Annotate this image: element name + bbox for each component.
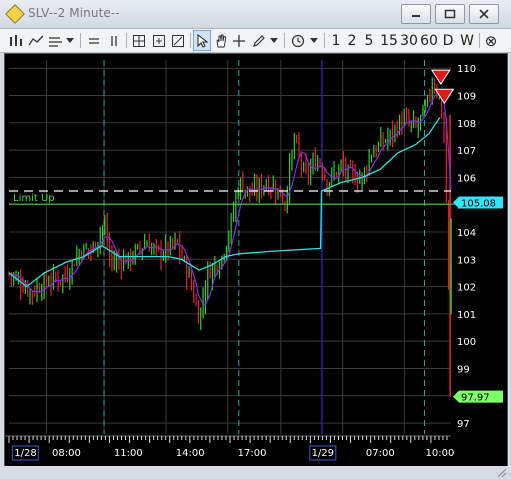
toolbar-separator [479, 33, 480, 48]
maximize-button[interactable] [435, 4, 465, 24]
price-tick-label: 103 [457, 255, 476, 266]
price-marker: 105.08 [453, 196, 503, 210]
price-tick-label: 108 [457, 119, 476, 130]
minimize-button[interactable] [401, 4, 431, 24]
grid-remove-icon[interactable] [149, 30, 169, 51]
price-tick-label: 106 [457, 173, 476, 184]
resize-grip-icon[interactable] [496, 468, 508, 478]
sell-arrow-icon [434, 88, 455, 105]
window-title: SLV--2 Minute-- [28, 6, 120, 20]
price-marker: 97.97 [453, 390, 503, 404]
dropdown-arrow-icon[interactable] [64, 30, 76, 51]
grid-add-icon[interactable] [129, 30, 149, 51]
timeframe-60[interactable]: 60 [418, 30, 440, 51]
chart-window: SLV--2 Minute-- 1 2 5 15 30 60 D W ⊗ Lim… [0, 0, 511, 479]
limit-up-label: Limit Up [13, 193, 55, 204]
timeframe-1[interactable]: 1 [329, 30, 343, 51]
time-tick-label: 1/28 [14, 448, 36, 459]
timeframe-weekly[interactable]: W [457, 30, 477, 51]
time-tick-label: 17:00 [238, 448, 267, 459]
time-tick-label: 08:00 [52, 448, 81, 459]
timeframe-2[interactable]: 2 [345, 30, 359, 51]
pencil-icon[interactable] [250, 30, 268, 51]
time-tick-label: 11:00 [114, 448, 143, 459]
time-tick-label: 1/29 [312, 448, 334, 459]
price-tick-label: 110 [457, 64, 476, 75]
toolbar-separator [190, 33, 191, 48]
close-icon [479, 9, 489, 19]
close-button[interactable] [469, 4, 499, 24]
price-tick-label: 100 [457, 337, 476, 348]
price-marker-label: 105.08 [461, 199, 496, 210]
app-icon [5, 4, 25, 24]
price-tick-label: 109 [457, 91, 476, 102]
price-tick-label: 99 [457, 364, 470, 375]
line-draw-icon[interactable] [6, 30, 26, 51]
hand-icon[interactable] [212, 30, 230, 51]
chart-toolbar: 1 2 5 15 30 60 D W ⊗ [0, 29, 511, 53]
price-tick-label: 104 [457, 228, 476, 239]
close-chart-icon[interactable]: ⊗ [482, 30, 500, 51]
moving-average-line [8, 92, 452, 306]
time-axis: 1/28 08:00 11:00 14:00 17:00 1/29 07:00 10:00 [5, 435, 455, 461]
indicator-lines [8, 92, 452, 306]
horizontal-lines-icon[interactable] [84, 30, 104, 51]
toolbar-separator [126, 33, 127, 48]
toolbar-separator [80, 33, 81, 48]
maximize-icon [444, 9, 456, 19]
timeframe-daily[interactable]: D [440, 30, 456, 51]
chart-canvas: Limit Up 1101091081071061051041031021011… [5, 60, 503, 461]
toolbar-separator [324, 33, 325, 48]
price-tick-label: 101 [457, 310, 476, 321]
dropdown-arrow-icon[interactable] [308, 30, 320, 51]
status-bar [0, 466, 511, 479]
price-axis: 1101091081071061051041031021011009998971… [453, 64, 503, 430]
pointer-icon[interactable] [193, 30, 211, 51]
timeframe-30[interactable]: 30 [398, 30, 420, 51]
clock-icon[interactable] [289, 30, 307, 51]
toolbar-separator [284, 33, 285, 48]
price-chart[interactable]: Limit Up 1101091081071061051041031021011… [4, 53, 508, 467]
time-tick-label: 07:00 [366, 448, 395, 459]
title-bar[interactable]: SLV--2 Minute-- [0, 0, 511, 29]
price-marker-label: 97.97 [461, 393, 490, 404]
area-icon[interactable] [26, 30, 46, 51]
timeframe-5[interactable]: 5 [362, 30, 376, 51]
fib-icon[interactable] [46, 30, 66, 51]
timeframe-15[interactable]: 15 [378, 30, 400, 51]
vertical-lines-icon[interactable] [104, 30, 124, 51]
minimize-icon [412, 15, 420, 17]
expand-icon[interactable] [168, 30, 188, 51]
time-tick-label: 10:00 [426, 448, 455, 459]
time-tick-label: 14:00 [176, 448, 205, 459]
candlesticks [8, 77, 452, 397]
price-tick-label: 107 [457, 146, 476, 157]
crosshair-icon[interactable] [230, 30, 248, 51]
chart-grid [9, 60, 451, 434]
dropdown-arrow-icon[interactable] [268, 30, 280, 51]
price-tick-label: 97 [457, 419, 470, 430]
price-tick-label: 102 [457, 283, 476, 294]
